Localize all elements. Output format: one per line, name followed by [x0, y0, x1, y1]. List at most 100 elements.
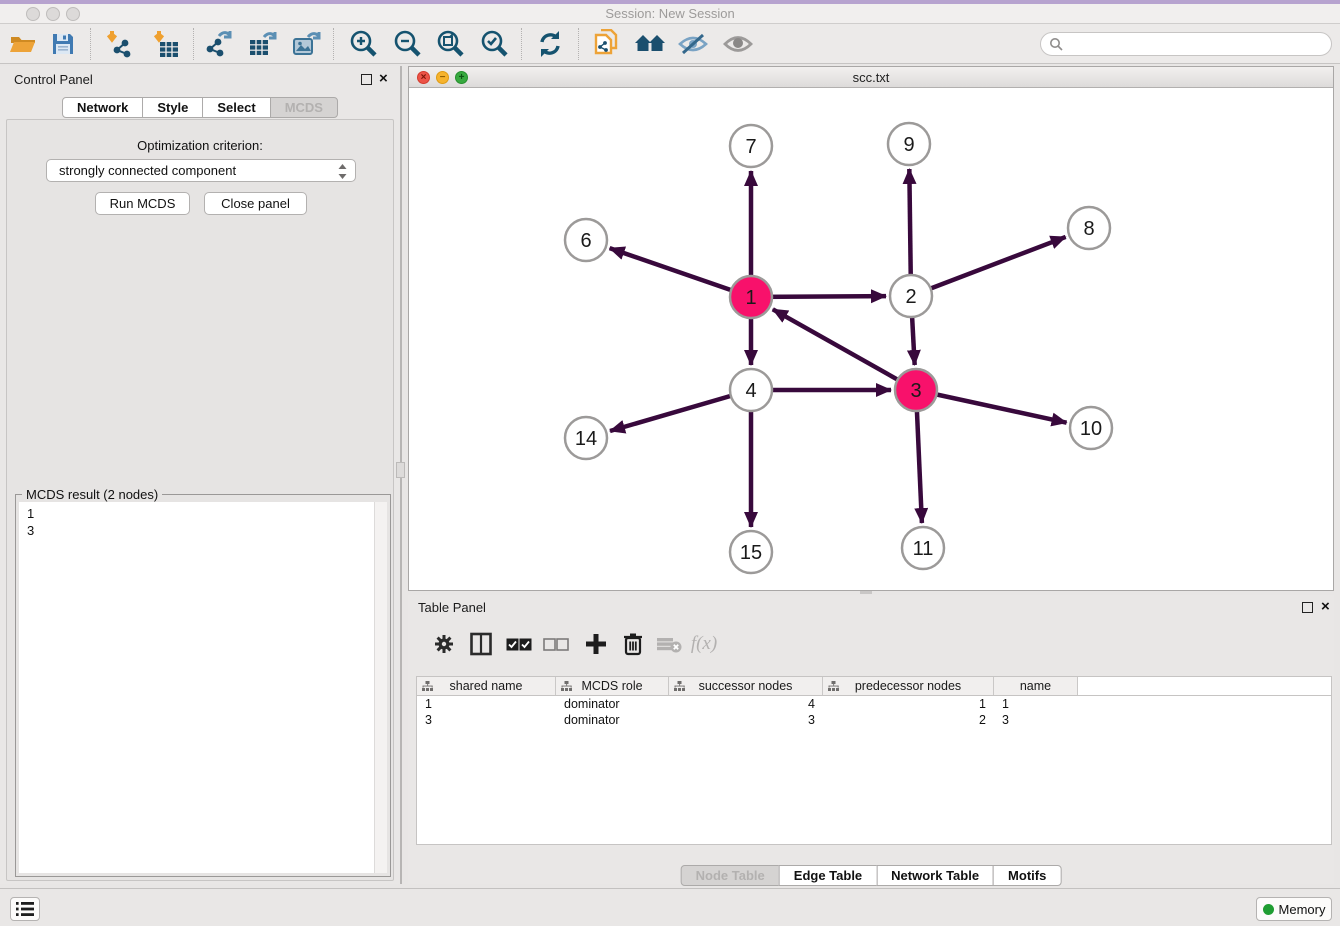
search-input[interactable]	[1063, 34, 1331, 54]
save-session-icon[interactable]	[46, 27, 80, 61]
table-body: 1dominator4113dominator323	[417, 696, 1331, 728]
tab-node-table[interactable]: Node Table	[681, 865, 780, 886]
mcds-result-area[interactable]: 13	[19, 502, 387, 873]
table-cell[interactable]: 3	[994, 712, 1078, 728]
table-panel-float-icon[interactable]	[1302, 602, 1313, 613]
delete-column-icon[interactable]	[617, 628, 649, 660]
result-scrollbar[interactable]	[374, 502, 387, 873]
tab-mcds[interactable]: MCDS	[270, 97, 338, 118]
tab-select[interactable]: Select	[202, 97, 270, 118]
hide-selected-icon[interactable]	[676, 27, 710, 61]
network-window-titlebar[interactable]: × − + scc.txt	[409, 67, 1333, 88]
network-canvas[interactable]: 7968124314101511	[409, 88, 1333, 590]
run-mcds-button[interactable]: Run MCDS	[95, 192, 190, 215]
select-all-rows-icon[interactable]	[503, 628, 535, 660]
criterion-value: strongly connected component	[59, 163, 236, 178]
node-table: shared nameMCDS rolesuccessor nodesprede…	[416, 676, 1332, 845]
table-header-row: shared nameMCDS rolesuccessor nodesprede…	[417, 677, 1331, 696]
column-header-predecessor-nodes[interactable]: predecessor nodes	[823, 677, 994, 695]
memory-status-icon	[1263, 904, 1274, 915]
column-header-successor-nodes[interactable]: successor nodes	[669, 677, 823, 695]
toolbar-separator	[333, 28, 334, 60]
graph-node-label: 8	[1083, 218, 1094, 240]
tab-network[interactable]: Network	[62, 97, 143, 118]
memory-button[interactable]: Memory	[1256, 897, 1332, 921]
graph-edge-1-6[interactable]	[610, 248, 751, 297]
search-icon	[1049, 37, 1063, 51]
mcds-panel: Optimization criterion: strongly connect…	[6, 119, 394, 881]
graph-node-label: 6	[580, 230, 591, 252]
table-cell[interactable]: dominator	[556, 696, 669, 712]
close-panel-button[interactable]: Close panel	[204, 192, 307, 215]
fx-label: f(x)	[691, 633, 717, 655]
table-row[interactable]: 3dominator323	[417, 712, 1331, 728]
add-column-icon[interactable]	[580, 628, 612, 660]
export-table-icon[interactable]	[246, 27, 280, 61]
table-cell[interactable]: 2	[823, 712, 994, 728]
delete-table-icon[interactable]	[653, 628, 685, 660]
deselect-all-rows-icon[interactable]	[540, 628, 572, 660]
refresh-view-icon[interactable]	[533, 27, 567, 61]
table-cell[interactable]: 4	[669, 696, 823, 712]
control-panel-close-icon[interactable]: ×	[379, 70, 388, 88]
table-cell[interactable]: 1	[994, 696, 1078, 712]
table-panel-tabs: Node TableEdge TableNetwork TableMotifs	[681, 865, 1062, 886]
memory-label: Memory	[1279, 902, 1326, 917]
table-cell[interactable]: dominator	[556, 712, 669, 728]
table-panel: Table Panel × f(x) shared nameMCDS roles…	[408, 595, 1334, 884]
list-icon	[16, 901, 34, 917]
column-header-MCDS-role[interactable]: MCDS role	[556, 677, 669, 695]
apply-function-icon[interactable]: f(x)	[688, 628, 720, 660]
status-bar: Memory	[0, 888, 1340, 926]
table-cell[interactable]: 3	[417, 712, 556, 728]
zoom-fit-icon[interactable]	[433, 27, 467, 61]
duplicate-network-icon[interactable]	[589, 27, 623, 61]
app-titlebar: Session: New Session	[0, 4, 1340, 24]
zoom-out-icon[interactable]	[390, 27, 424, 61]
network-graph: 7968124314101511	[409, 88, 1333, 590]
column-header-shared-name[interactable]: shared name	[417, 677, 556, 695]
dropdown-chevrons-icon	[337, 163, 348, 186]
tab-motifs[interactable]: Motifs	[993, 865, 1061, 886]
control-panel: Control Panel × NetworkStyleSelectMCDS O…	[0, 66, 400, 884]
table-panel-close-icon[interactable]: ×	[1321, 598, 1330, 616]
tab-edge-table[interactable]: Edge Table	[779, 865, 877, 886]
tab-network-table[interactable]: Network Table	[876, 865, 994, 886]
search-field[interactable]	[1040, 32, 1332, 56]
graph-edge-2-8[interactable]	[911, 237, 1066, 296]
graph-node-label: 11	[913, 538, 934, 560]
home-view-icon[interactable]	[633, 27, 667, 61]
table-panel-title: Table Panel	[418, 600, 486, 615]
toolbar-separator	[193, 28, 194, 60]
open-session-icon[interactable]	[6, 27, 40, 61]
panel-splitter-grip[interactable]	[396, 462, 405, 478]
criterion-dropdown[interactable]: strongly connected component	[46, 159, 356, 182]
table-options-icon[interactable]	[428, 628, 460, 660]
tab-style[interactable]: Style	[142, 97, 203, 118]
export-network-icon[interactable]	[202, 27, 236, 61]
table-cell[interactable]: 1	[417, 696, 556, 712]
graph-node-label: 10	[1080, 418, 1102, 440]
task-history-button[interactable]	[10, 897, 40, 921]
show-all-icon[interactable]	[721, 27, 755, 61]
column-manager-icon[interactable]	[465, 628, 497, 660]
app-title: Session: New Session	[0, 6, 1340, 21]
table-cell[interactable]: 3	[669, 712, 823, 728]
graph-node-label: 14	[575, 428, 597, 450]
graph-edge-3-1[interactable]	[773, 309, 916, 390]
graph-node-label: 4	[745, 380, 756, 402]
table-row[interactable]: 1dominator411	[417, 696, 1331, 712]
horizontal-splitter-grip[interactable]	[860, 591, 872, 594]
column-header-name[interactable]: name	[994, 677, 1078, 695]
control-panel-float-icon[interactable]	[361, 74, 372, 85]
zoom-in-icon[interactable]	[346, 27, 380, 61]
graph-edge-3-10[interactable]	[916, 390, 1067, 423]
import-table-icon[interactable]	[148, 27, 182, 61]
export-image-icon[interactable]	[290, 27, 324, 61]
toolbar-separator	[90, 28, 91, 60]
zoom-selected-icon[interactable]	[477, 27, 511, 61]
import-network-icon[interactable]	[101, 27, 135, 61]
network-window-title: scc.txt	[409, 70, 1333, 85]
result-line: 3	[27, 522, 34, 539]
table-cell[interactable]: 1	[823, 696, 994, 712]
